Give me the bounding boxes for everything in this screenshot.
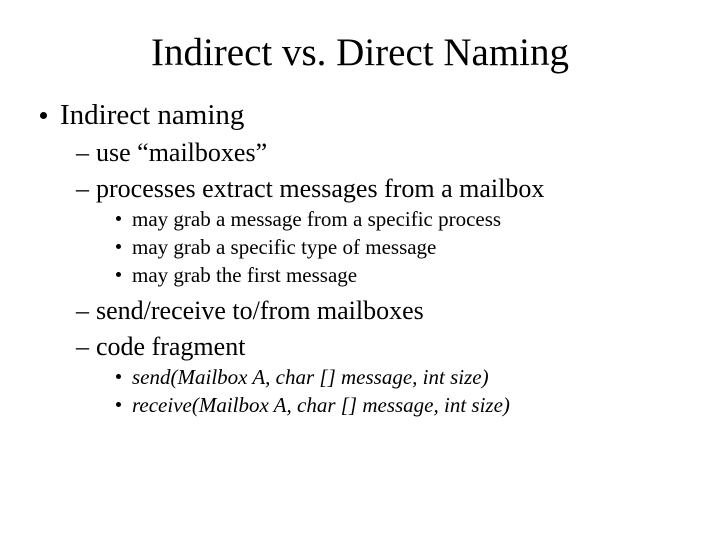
slide: Indirect vs. Direct Naming Indirect nami… (0, 0, 720, 540)
bullet-text: code fragment (96, 332, 245, 361)
bullet-icon (116, 374, 121, 379)
bullet-level1: Indirect naming (40, 99, 680, 132)
bullet-level3: may grab a specific type of message (40, 235, 680, 260)
dash-icon: – (76, 138, 89, 168)
bullet-icon (40, 112, 47, 119)
code-text: receive(Mailbox A, char [] message, int … (132, 393, 510, 417)
dash-icon: – (76, 174, 89, 204)
bullet-text: may grab the first message (132, 263, 357, 287)
bullet-level2: – code fragment (40, 332, 680, 362)
bullet-icon (116, 402, 121, 407)
bullet-text: Indirect naming (60, 99, 244, 131)
code-text: send(Mailbox A, char [] message, int siz… (132, 365, 489, 389)
bullet-text: may grab a specific type of message (132, 235, 436, 259)
bullet-text: may grab a message from a specific proce… (132, 207, 501, 231)
bullet-icon (116, 244, 121, 249)
bullet-level3: send(Mailbox A, char [] message, int siz… (40, 365, 680, 390)
bullet-text: send/receive to/from mailboxes (96, 296, 424, 325)
bullet-level2: – send/receive to/from mailboxes (40, 296, 680, 326)
bullet-icon (116, 216, 121, 221)
bullet-icon (116, 272, 121, 277)
slide-title: Indirect vs. Direct Naming (40, 30, 680, 75)
bullet-level2: – use “mailboxes” (40, 138, 680, 168)
bullet-text: processes extract messages from a mailbo… (96, 174, 544, 203)
dash-icon: – (76, 332, 89, 362)
bullet-level3: may grab the first message (40, 263, 680, 288)
bullet-level3: may grab a message from a specific proce… (40, 207, 680, 232)
bullet-level2: – processes extract messages from a mail… (40, 174, 680, 204)
dash-icon: – (76, 296, 89, 326)
bullet-level3: receive(Mailbox A, char [] message, int … (40, 393, 680, 418)
bullet-text: use “mailboxes” (96, 138, 267, 167)
